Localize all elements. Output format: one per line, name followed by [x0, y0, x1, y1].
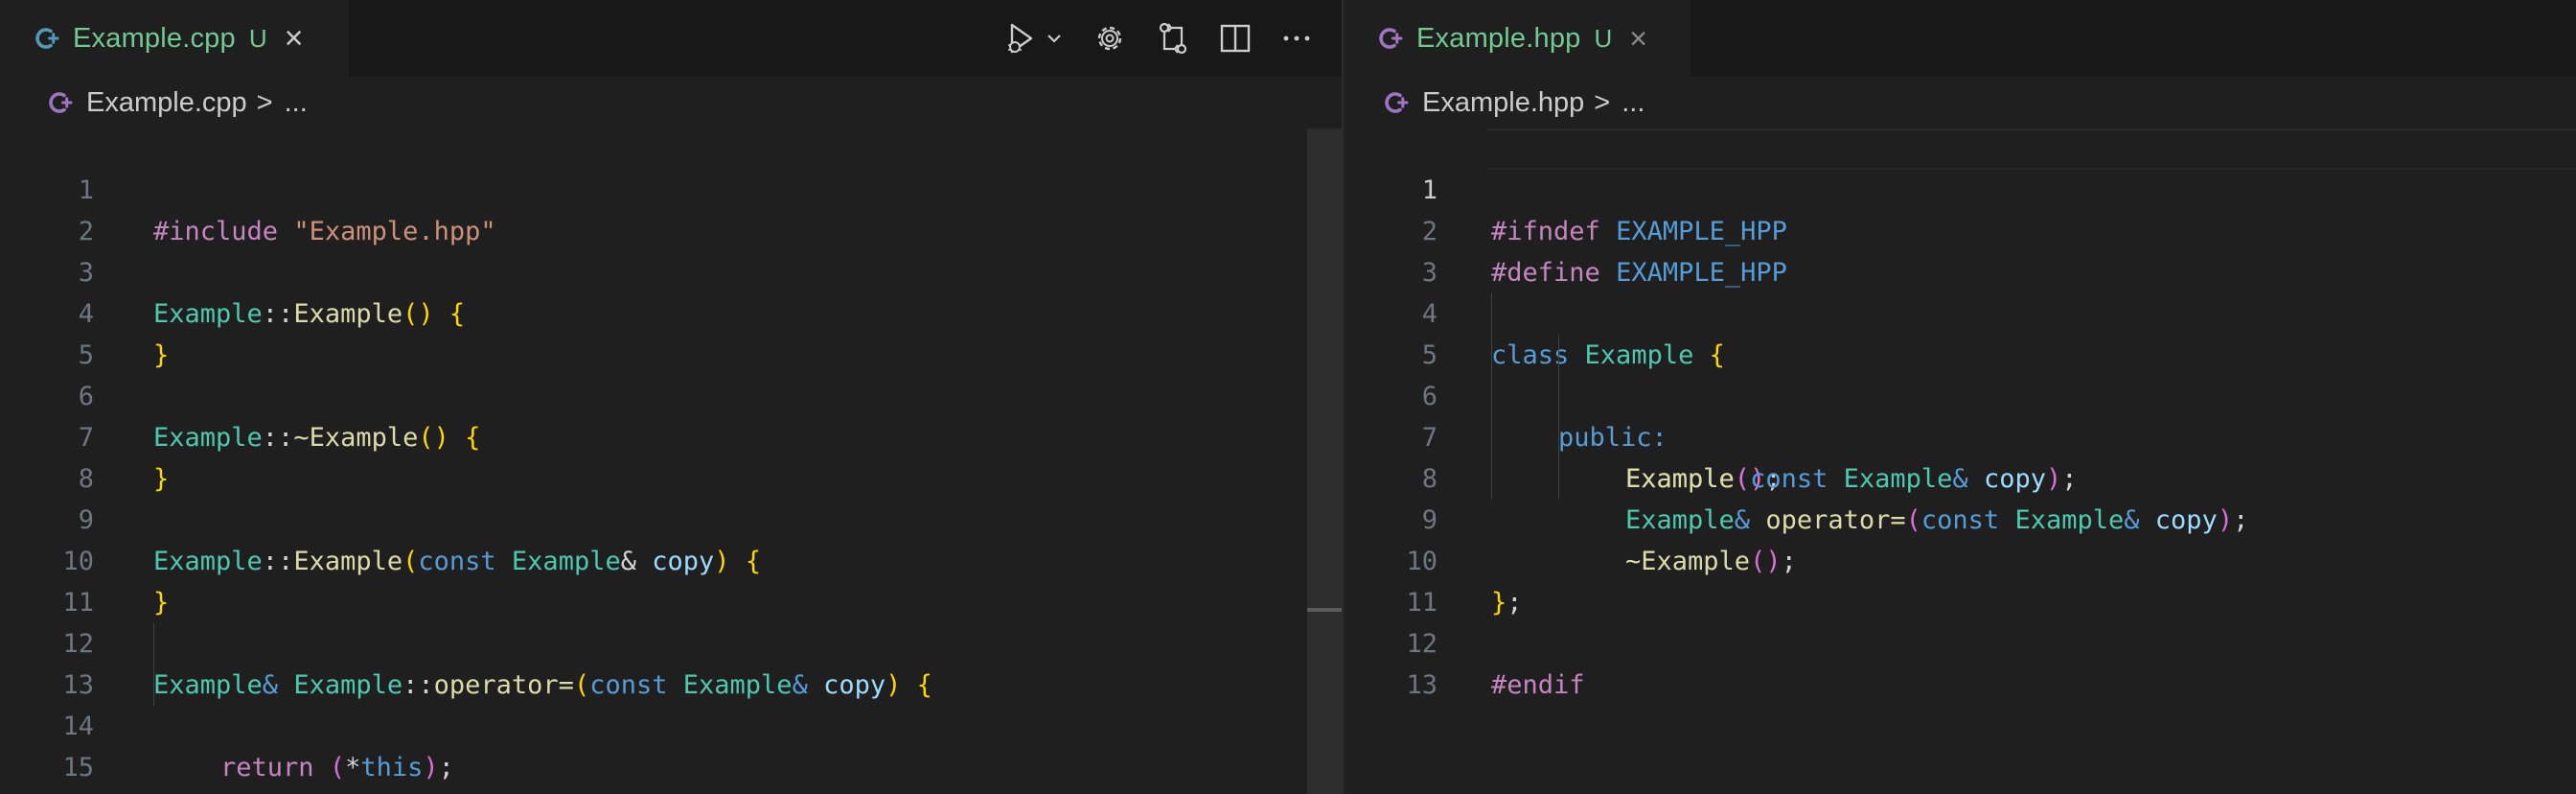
code-line: 3 [1344, 211, 2576, 288]
cpp-file-icon [48, 90, 73, 115]
code-line: 15 } [0, 706, 1342, 782]
tab-label: Example.cpp [73, 22, 236, 54]
code-line: 13 [0, 623, 1342, 706]
code-line: 3 Example::Example() { [0, 211, 1342, 329]
cpp-file-icon [1378, 26, 1403, 51]
code-line: 5 [0, 293, 1342, 370]
code-line: 10 } [0, 500, 1342, 618]
chevron-down-icon[interactable] [1045, 19, 1064, 58]
line-number: 13 [1406, 670, 1438, 700]
close-icon[interactable]: × [1629, 23, 1647, 54]
vertical-scrollbar[interactable] [1307, 128, 1342, 794]
tab-example-cpp[interactable]: Example.cpp U × [0, 0, 349, 77]
left-tab-bar: Example.cpp U × [0, 0, 1342, 77]
breadcrumb-symbols[interactable]: ... [1622, 87, 1644, 119]
more-actions-icon [1280, 22, 1313, 55]
code-line: 6 Example::~Example() { [0, 335, 1342, 453]
code-editor-hpp[interactable]: 1 #ifndef EXAMPLE_HPP 2 #define EXAMPLE_… [1344, 128, 2576, 700]
breadcrumb-file[interactable]: Example.cpp [86, 87, 247, 119]
code-line: 11 [0, 541, 1342, 618]
source-control-compare-icon [1156, 20, 1190, 57]
breadcrumb: Example.cpp > ... [48, 82, 308, 123]
code-line: 13 [1344, 623, 2576, 700]
code-line: 12 #endif [1344, 582, 2576, 700]
close-icon[interactable]: × [285, 22, 304, 55]
breadcrumb: Example.hpp > ... [1384, 82, 1644, 123]
code-editor-cpp[interactable]: 1 #include "Example.hpp" 2 3 Example::Ex… [0, 128, 1342, 788]
scrollbar-thumb[interactable] [1307, 128, 1342, 794]
gear-icon [1092, 21, 1127, 56]
code-line: 7 Example(const Example& copy); [1344, 376, 2576, 494]
code-line: 9 ~Example(); [1344, 458, 2576, 576]
right-tab-bar: Example.hpp U × [1344, 0, 2576, 77]
code-line: 8 [0, 417, 1342, 494]
code-line: 2 [0, 170, 1342, 246]
breadcrumb-symbols[interactable]: ... [285, 87, 308, 119]
code-line: 4 } [0, 252, 1342, 370]
breadcrumb-file[interactable]: Example.hpp [1422, 87, 1584, 119]
right-editor-pane: Example.hpp U × Example.hpp > ... 1 #ifn… [1344, 0, 2576, 794]
code-line: 10 }; [1344, 500, 2576, 618]
untracked-badge: U [1594, 23, 1613, 53]
untracked-badge: U [248, 23, 267, 53]
code-line: 5 public: [1344, 293, 2576, 500]
code-line-current: 1 #ifndef EXAMPLE_HPP [1344, 128, 2576, 246]
code-line: 14 return (*this); [0, 665, 1342, 782]
code-line: 16 [0, 747, 1342, 788]
cpp-file-icon [1384, 90, 1409, 115]
split-editor-button[interactable] [1219, 22, 1252, 55]
code-line: 6 Example(); [1344, 335, 2576, 500]
split-editor-icon [1219, 22, 1252, 55]
editor-actions [1002, 0, 1313, 77]
preprocessor-directive: #endif [1491, 670, 1585, 700]
more-actions-button[interactable] [1280, 22, 1313, 55]
run-debug-icon [1002, 19, 1045, 58]
settings-button[interactable] [1092, 21, 1127, 56]
code-line: 7 } [0, 376, 1342, 494]
code-line: 9 Example::Example(const Example& copy) … [0, 458, 1342, 576]
code-line: 1 #include "Example.hpp" [0, 128, 1342, 246]
code-line: 4 class Example { [1344, 252, 2576, 370]
scrollbar-position-marker [1307, 608, 1342, 612]
code-line: 2 #define EXAMPLE_HPP [1344, 170, 2576, 288]
code-line: 8 Example& operator=(const Example& copy… [1344, 417, 2576, 535]
cpp-file-icon [34, 26, 59, 51]
line-number: 16 [0, 788, 94, 794]
chevron-right-icon: > [256, 86, 273, 118]
left-editor-pane: Example.cpp U × Example.cpp > ... 1 #inc… [0, 0, 1342, 794]
code-line: 11 [1344, 541, 2576, 618]
tab-example-hpp[interactable]: Example.hpp U × [1344, 0, 1690, 77]
open-changes-button[interactable] [1156, 20, 1190, 57]
run-debug-button[interactable] [1002, 19, 1064, 58]
tab-label: Example.hpp [1416, 22, 1581, 54]
code-line: 12 Example& Example::operator=(const Exa… [0, 582, 1342, 700]
chevron-right-icon: > [1594, 86, 1611, 118]
